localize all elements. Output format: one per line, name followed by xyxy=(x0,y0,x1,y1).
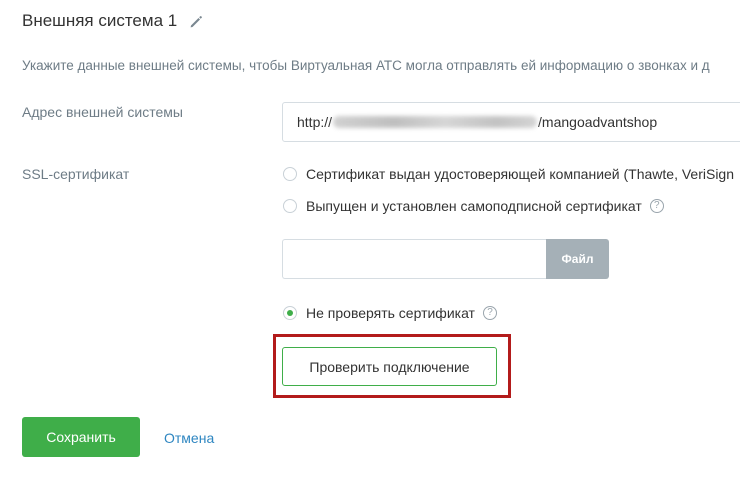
page-description: Укажите данные внешней системы, чтобы Ви… xyxy=(22,58,710,73)
ssl-option-ca[interactable]: Сертификат выдан удостоверяющей компание… xyxy=(283,166,734,182)
ssl-option-no-check[interactable]: Не проверять сертификат ? xyxy=(283,305,497,321)
page-title: Внешняя система 1 xyxy=(22,11,203,31)
ssl-label: SSL-сертификат xyxy=(22,166,130,182)
address-input[interactable]: http:// /mangoadvantshop xyxy=(282,102,740,142)
file-path-input[interactable] xyxy=(282,239,547,279)
cancel-link[interactable]: Отмена xyxy=(164,430,214,446)
pencil-icon[interactable] xyxy=(189,14,203,28)
radio-button[interactable] xyxy=(283,167,297,181)
redacted-host xyxy=(333,116,538,128)
radio-button-checked[interactable] xyxy=(283,306,297,320)
address-suffix: /mangoadvantshop xyxy=(538,114,658,130)
page-title-text: Внешняя система 1 xyxy=(22,11,178,30)
help-icon[interactable]: ? xyxy=(649,199,664,213)
help-icon[interactable]: ? xyxy=(482,306,497,320)
ssl-option-ca-label: Сертификат выдан удостоверяющей компание… xyxy=(306,166,735,182)
file-button[interactable]: Файл xyxy=(546,239,609,279)
check-connection-button[interactable]: Проверить подключение xyxy=(282,347,497,386)
address-prefix: http:// xyxy=(297,114,333,130)
ssl-option-self-signed-label: Выпущен и установлен самоподписной серти… xyxy=(306,198,642,214)
ssl-option-no-check-label: Не проверять сертификат xyxy=(306,305,475,321)
ssl-option-self-signed[interactable]: Выпущен и установлен самоподписной серти… xyxy=(283,198,664,214)
address-label: Адрес внешней системы xyxy=(22,104,183,120)
radio-button[interactable] xyxy=(283,199,297,213)
save-button[interactable]: Сохранить xyxy=(22,417,140,457)
